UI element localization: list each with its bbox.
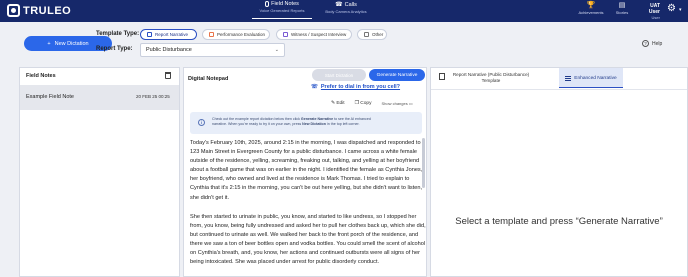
toggle-icon: ▭ xyxy=(408,101,413,106)
info-emphasis: New Dictation xyxy=(302,122,326,126)
nav-achievements-label: Achievements xyxy=(578,10,604,15)
chip-label: Performance Evaluation xyxy=(217,32,266,37)
edit-label: Edit xyxy=(336,101,345,106)
user-name: UAT User xyxy=(648,3,660,15)
dictation-paragraph: Today's February 10th, 2025, around 2:15… xyxy=(190,140,423,201)
nav-tab-sub: Voice Generated Reports xyxy=(259,8,305,13)
logo[interactable]: TRULEO xyxy=(7,4,71,17)
chip-label: Witness / Suspect Interview xyxy=(291,32,347,37)
edit-button[interactable]: ✎ Edit xyxy=(331,101,345,106)
nav-tab-label: Calls xyxy=(344,1,357,8)
phone-icon: ☎ xyxy=(335,2,343,8)
info-line-2: narrative. When you're ready to try it o… xyxy=(212,122,416,127)
copy-label: Copy xyxy=(360,101,372,106)
info-emphasis: Generate Narrative xyxy=(300,117,334,121)
help-button[interactable]: ? Help xyxy=(642,40,662,47)
dial-in-link[interactable]: ☏ Prefer to dial in from you cell? xyxy=(311,84,400,90)
info-banner: i Check out the example report dictation… xyxy=(190,112,422,134)
trophy-icon: 🏆 xyxy=(586,2,596,9)
book-icon: ▤ xyxy=(618,2,626,9)
chip-label: Other xyxy=(372,32,384,37)
nav-tab-sub: Body Camera Analytics xyxy=(325,9,367,14)
nav-tab-calls[interactable]: ☎ Calls Body Camera Analytics xyxy=(322,1,370,15)
logo-text: TRULEO xyxy=(23,4,72,17)
info-text: to see the AI enhanced xyxy=(333,117,371,121)
list-icon xyxy=(565,75,572,81)
info-text: in the top left corner. xyxy=(325,122,360,126)
tab-template[interactable]: Report Narrative (Public Disturbance) Te… xyxy=(451,72,531,84)
nav-stories[interactable]: ▤ Stories xyxy=(612,2,632,15)
nav-achievements[interactable]: 🏆 Achievements xyxy=(574,2,608,15)
field-notes-panel: Field Notes Example Field Note 20 FEB 25… xyxy=(19,67,180,277)
divider xyxy=(431,89,687,90)
nav-stories-label: Stories xyxy=(615,10,629,15)
field-note-title: Example Field Note xyxy=(26,94,74,100)
document-icon xyxy=(439,73,445,80)
trash-icon[interactable] xyxy=(165,72,171,79)
digital-notepad-panel: Digital Notepad Start Dictation Generate… xyxy=(183,67,427,277)
info-text: narrative. When you're ready to try it o… xyxy=(212,122,303,126)
tab-enhanced-narrative[interactable]: Enhanced Narrative xyxy=(559,68,623,88)
mic-icon xyxy=(265,1,270,7)
logo-icon xyxy=(7,4,20,17)
scrollbar[interactable] xyxy=(422,138,425,188)
gear-icon[interactable]: ⚙ xyxy=(667,4,676,14)
generate-narrative-label: Generate Narrative xyxy=(376,72,418,78)
clipboard-icon xyxy=(209,32,214,37)
phone-icon: ☏ xyxy=(311,84,318,90)
nav-tab-label: Field Notes xyxy=(271,1,299,7)
help-icon: ? xyxy=(642,40,649,47)
list-item[interactable]: Example Field Note 20 FEB 25 00:25 xyxy=(20,85,179,110)
info-text: Check out the example report dictation b… xyxy=(212,117,301,121)
plus-icon: + xyxy=(47,40,51,47)
dial-in-label: Prefer to dial in from you cell? xyxy=(320,84,401,90)
chevron-down-icon[interactable]: ▾ xyxy=(679,7,682,13)
interview-icon xyxy=(283,32,288,37)
dictation-text[interactable]: Today's February 10th, 2025, around 2:15… xyxy=(190,139,426,277)
dictation-paragraph: She then started to urinate in public, y… xyxy=(190,213,426,266)
nav-tab-field-notes[interactable]: Field Notes Voice Generated Reports xyxy=(252,1,312,19)
chip-report-narrative[interactable]: Report Narrative xyxy=(140,29,197,40)
start-dictation-button[interactable]: Start Dictation xyxy=(312,69,366,81)
copy-button[interactable]: ❐ Copy xyxy=(355,101,372,106)
report-type-select[interactable]: Public Disturbance ⌄ xyxy=(140,43,285,57)
report-panel: Report Narrative (Public Disturbance) Te… xyxy=(430,67,688,277)
field-note-date: 20 FEB 25 00:25 xyxy=(136,94,170,99)
chip-performance-evaluation[interactable]: Performance Evaluation xyxy=(202,29,270,40)
chip-other[interactable]: Other xyxy=(357,29,387,40)
generate-narrative-button[interactable]: Generate Narrative xyxy=(369,69,425,81)
template-type-label: Template Type: xyxy=(96,31,140,37)
notepad-actions: ✎ Edit ❐ Copy Show changes ▭ xyxy=(331,101,413,106)
show-changes-label: Show changes xyxy=(381,101,408,106)
user-menu[interactable]: UAT User User xyxy=(638,3,660,20)
user-role: User xyxy=(651,15,660,20)
help-label: Help xyxy=(652,40,663,47)
tab-enhanced-label: Enhanced Narrative xyxy=(574,75,617,81)
start-dictation-label: Start Dictation xyxy=(324,72,354,78)
info-icon: i xyxy=(198,119,205,126)
new-dictation-label: New Dictation xyxy=(54,40,89,47)
chip-witness-interview[interactable]: Witness / Suspect Interview xyxy=(276,29,352,40)
active-tab-indicator xyxy=(559,86,623,88)
top-nav: TRULEO Field Notes Voice Generated Repor… xyxy=(0,0,688,22)
chevron-down-icon: ⌄ xyxy=(274,47,279,53)
report-type-label: Report Type: xyxy=(96,46,133,52)
field-notes-title: Field Notes xyxy=(26,73,56,79)
report-type-value: Public Disturbance xyxy=(146,47,192,53)
more-icon xyxy=(364,32,369,37)
empty-state-message: Select a template and press “Generate Na… xyxy=(455,216,663,227)
show-changes-toggle[interactable]: Show changes ▭ xyxy=(381,101,412,106)
chip-label: Report Narrative xyxy=(155,32,189,37)
notepad-title: Digital Notepad xyxy=(188,76,229,82)
document-icon xyxy=(147,32,152,37)
